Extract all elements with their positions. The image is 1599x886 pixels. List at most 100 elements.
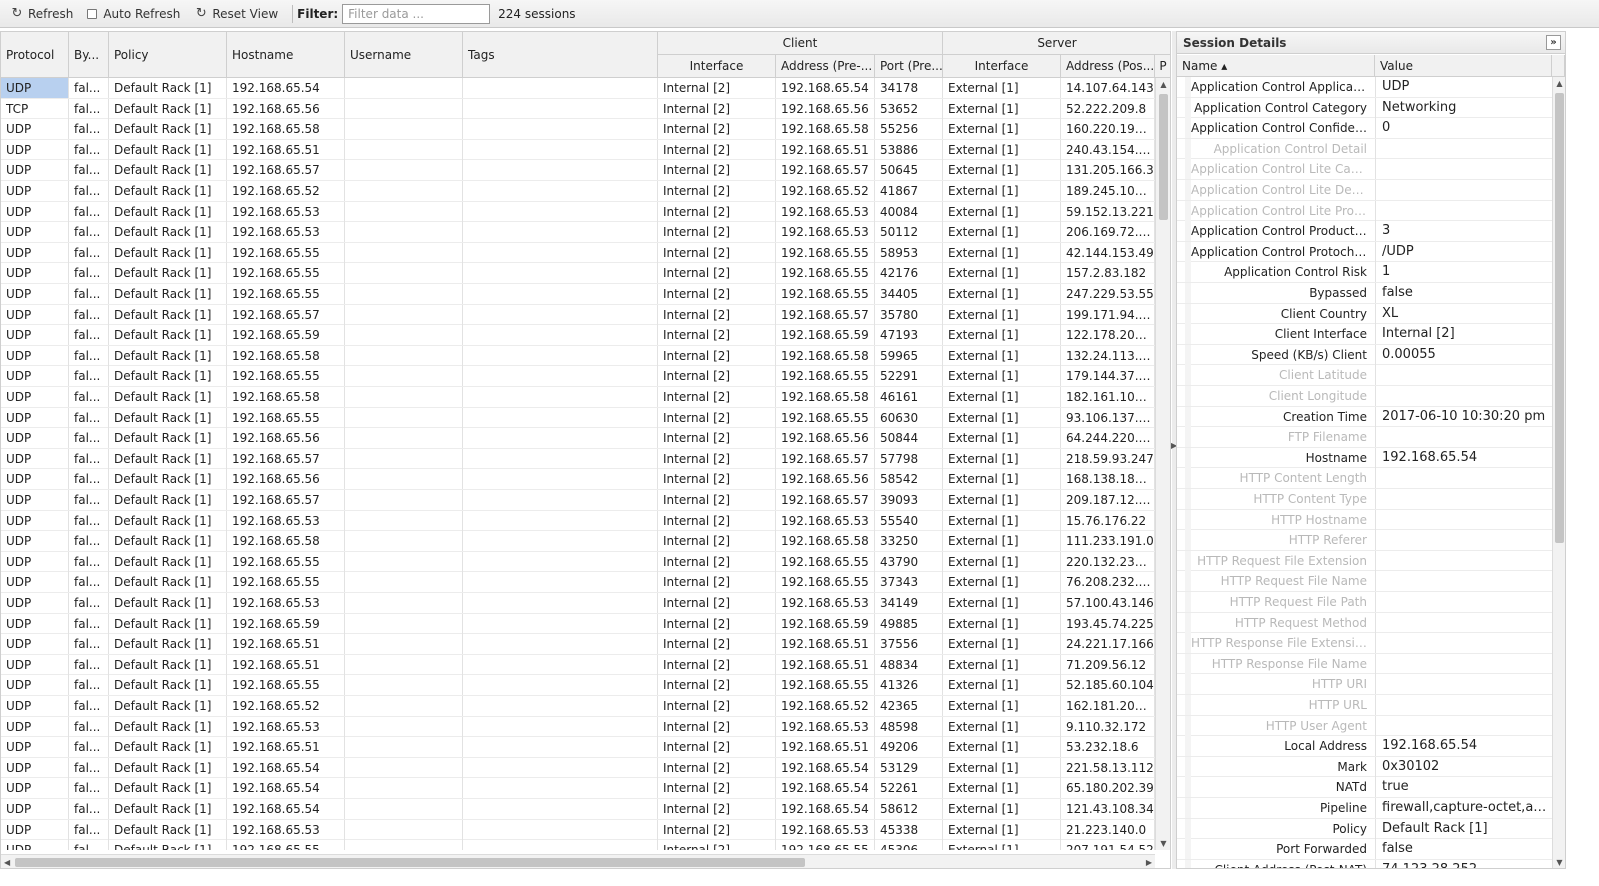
detail-row[interactable]: Creation Time 2017-06-10 10:30:20 pm — [1177, 406, 1552, 428]
table-row[interactable]: UDPfal...Default Rack [1]192.168.65.55In… — [1, 242, 1155, 264]
table-row[interactable]: UDP fal... Default Rack [1] 192.168.65.57 In… — [1, 490, 1155, 511]
detail-row[interactable]: HTTP URI — [1177, 674, 1552, 695]
table-row[interactable]: UDP fal... Default Rack [1] 192.168.65.56 In… — [1, 428, 1155, 449]
table-row[interactable]: UDP fal... Default Rack [1] 192.168.65.52 In… — [1, 181, 1155, 202]
table-row[interactable]: UDP fal... Default Rack [1] 192.168.65.51 In… — [1, 634, 1155, 655]
table-row[interactable]: UDP fal... Default Rack [1] 192.168.65.53 In… — [1, 510, 1155, 532]
column-header-client-interface[interactable]: Interface — [658, 55, 776, 78]
table-row[interactable]: UDP fal... Default Rack [1] 192.168.65.57 In… — [1, 448, 1155, 470]
table-row[interactable]: UDP fal... Default Rack [1] 192.168.65.53 In… — [1, 819, 1155, 841]
detail-row[interactable]: Local Address 192.168.65.54 — [1177, 736, 1552, 757]
table-row[interactable]: TCP fal... Default Rack [1] 192.168.65.56 In… — [1, 98, 1155, 120]
table-row[interactable]: UDP fal... Default Rack [1] 192.168.65.54 In… — [1, 78, 1155, 99]
table-row[interactable]: UDPfal...Default Rack [1]192.168.65.55In… — [1, 284, 1155, 305]
detail-row[interactable]: Application Control Application UDP — [1177, 77, 1552, 98]
detail-row[interactable]: Application Control Lite Protocol — [1177, 200, 1552, 222]
grid-vertical-scrollbar[interactable]: ▲ ▼ — [1155, 78, 1170, 850]
filter-input[interactable] — [342, 3, 491, 24]
table-row[interactable]: UDP fal... Default Rack [1] 192.168.65.51 In… — [1, 737, 1155, 758]
table-row[interactable]: UDP fal... Default Rack [1] 192.168.65.59 In… — [1, 325, 1155, 346]
table-row[interactable]: UDP fal... Default Rack [1] 192.168.65.54 In… — [1, 778, 1155, 799]
reset-view-button[interactable]: ↻ Reset View — [190, 3, 282, 25]
scroll-up-icon[interactable]: ▲ — [1156, 80, 1170, 89]
refresh-button[interactable]: ↻ Refresh — [6, 3, 77, 25]
detail-row[interactable]: Policy Default Rack [1] — [1177, 818, 1552, 840]
detail-row[interactable]: Speed (KB/s) Client 0.00055 — [1177, 344, 1552, 366]
detail-row[interactable]: HTTP Request File Name — [1177, 571, 1552, 592]
detail-row[interactable]: Application Control Lite Categ... — [1177, 159, 1552, 180]
detail-row[interactable]: Application Control Productivity 3 — [1177, 221, 1552, 242]
details-value-header[interactable]: Value — [1375, 55, 1552, 77]
detail-row[interactable]: HTTP Hostname — [1177, 509, 1552, 531]
details-vertical-scrollbar[interactable]: ▲ ▼ — [1552, 77, 1565, 868]
table-row[interactable]: UDPfal...Default Rack [1]192.168.65.55In… — [1, 366, 1155, 387]
detail-row[interactable]: HTTP Content Length — [1177, 468, 1552, 489]
table-row[interactable]: UDP fal... Default Rack [1] 192.168.65.58 In… — [1, 387, 1155, 408]
table-row[interactable]: UDPfal...Default Rack [1]192.168.65.55In… — [1, 675, 1155, 696]
detail-row[interactable]: Application Control Protochain/UDP — [1177, 241, 1552, 263]
detail-row[interactable]: Client Interface Internal [2] — [1177, 324, 1552, 345]
column-header-server-port[interactable]: P — [1155, 55, 1170, 78]
table-row[interactable]: UDP fal... Default Rack [1] 192.168.65.53 In… — [1, 593, 1155, 614]
detail-row[interactable]: Application Control Risk 1 — [1177, 262, 1552, 283]
detail-row[interactable]: HTTP Response File Extension — [1177, 633, 1552, 654]
table-row[interactable]: UDP fal... Default Rack [1] 192.168.65.52 In… — [1, 696, 1155, 717]
table-row[interactable]: UDP fal... Default Rack [1] 192.168.65.54 In… — [1, 799, 1155, 820]
table-row[interactable]: UDP fal... Default Rack [1] 192.168.65.58 In… — [1, 531, 1155, 552]
detail-row[interactable]: Client Country XL — [1177, 303, 1552, 325]
scroll-right-icon[interactable]: ▶ — [1146, 855, 1152, 868]
detail-row[interactable]: NATd true — [1177, 777, 1552, 798]
detail-row[interactable]: HTTP User Agent — [1177, 715, 1552, 737]
scroll-down-icon[interactable]: ▼ — [1156, 839, 1170, 848]
detail-row[interactable]: HTTP Request Method — [1177, 612, 1552, 634]
grid-vertical-scroll-thumb[interactable] — [1159, 94, 1168, 220]
detail-row[interactable]: HTTP Content Type — [1177, 489, 1552, 510]
detail-row[interactable]: Application Control Category Networking — [1177, 97, 1552, 119]
table-row[interactable]: UDP fal... Default Rack [1] 192.168.65.51 In… — [1, 139, 1155, 161]
table-row[interactable]: UDPfal...Default Rack [1]192.168.65.55In… — [1, 263, 1155, 284]
table-row[interactable]: UDP fal... Default Rack [1] 192.168.65.54 In… — [1, 757, 1155, 779]
scroll-left-icon[interactable]: ◀ — [4, 855, 10, 868]
column-header-client-port[interactable]: Port (Pre... — [875, 55, 943, 78]
detail-row[interactable]: HTTP URL — [1177, 695, 1552, 716]
detail-row[interactable]: Mark 0x30102 — [1177, 756, 1552, 778]
table-row[interactable]: UDPfal...Default Rack [1]192.168.65.55In… — [1, 551, 1155, 573]
table-row[interactable]: UDPfal...Default Rack [1]192.168.65.55In… — [1, 840, 1155, 850]
detail-row[interactable]: Application Control Detail — [1177, 138, 1552, 160]
detail-row[interactable]: HTTP Response File Name — [1177, 653, 1552, 675]
column-header-server-address[interactable]: Address (Pos... — [1061, 55, 1155, 78]
detail-row[interactable]: Hostname 192.168.65.54 — [1177, 447, 1552, 469]
detail-row[interactable]: Client Longitude — [1177, 386, 1552, 407]
column-header-hostname[interactable]: Hostname — [227, 32, 345, 78]
collapse-panel-icon[interactable]: » — [1546, 35, 1561, 50]
table-row[interactable]: UDP fal... Default Rack [1] 192.168.65.59 In… — [1, 613, 1155, 635]
detail-row[interactable]: Client Latitude — [1177, 365, 1552, 386]
table-row[interactable]: UDP fal... Default Rack [1] 192.168.65.53 In… — [1, 222, 1155, 243]
column-header-protocol[interactable]: Protocol — [1, 32, 69, 78]
checkbox-unchecked-icon[interactable] — [87, 8, 98, 19]
detail-row[interactable]: FTP Filename — [1177, 427, 1552, 448]
table-row[interactable]: UDPfal...Default Rack [1]192.168.65.55In… — [1, 407, 1155, 429]
details-vertical-scroll-thumb[interactable] — [1555, 93, 1564, 543]
column-header-tags[interactable]: Tags — [463, 32, 658, 78]
auto-refresh-checkbox[interactable]: Auto Refresh — [83, 3, 184, 25]
detail-row[interactable]: HTTP Request File Path — [1177, 592, 1552, 613]
detail-row[interactable]: Bypassed false — [1177, 283, 1552, 304]
table-row[interactable]: UDP fal... Default Rack [1] 192.168.65.53 In… — [1, 716, 1155, 738]
detail-row[interactable]: Pipeline firewall,capture-octet,app... — [1177, 798, 1552, 819]
details-name-header[interactable]: Name ▴ — [1177, 55, 1375, 77]
detail-row[interactable]: HTTP Request File Extension — [1177, 550, 1552, 572]
grid-horizontal-scrollbar[interactable]: ◀ ▶ — [1, 854, 1155, 868]
detail-row[interactable]: Client Address (Post-NAT)74.123.28.252 — [1177, 859, 1552, 868]
table-row[interactable]: UDP fal... Default Rack [1] 192.168.65.58 In… — [1, 345, 1155, 367]
detail-row[interactable]: Application Control Confidence 0 — [1177, 118, 1552, 139]
detail-row[interactable]: Port Forwarded false — [1177, 839, 1552, 860]
detail-row[interactable]: HTTP Referer — [1177, 530, 1552, 551]
details-scroll-down-icon[interactable]: ▼ — [1553, 858, 1565, 867]
column-header-bypassed[interactable]: By... — [69, 32, 109, 78]
column-header-server-interface[interactable]: Interface — [943, 55, 1061, 78]
column-header-client-address[interactable]: Address (Pre-... — [776, 55, 875, 78]
grid-horizontal-scroll-thumb[interactable] — [15, 858, 805, 867]
table-row[interactable]: UDPfal...Default Rack [1]192.168.65.55In… — [1, 572, 1155, 593]
table-row[interactable]: UDP fal... Default Rack [1] 192.168.65.53 In… — [1, 201, 1155, 223]
